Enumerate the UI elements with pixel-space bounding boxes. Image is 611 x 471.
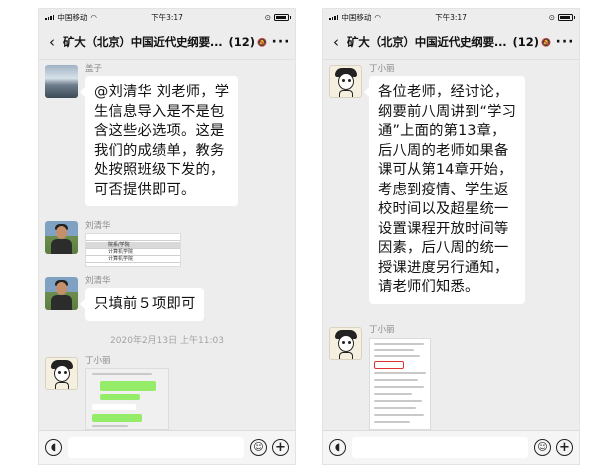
message-line: 各位老师，经讨论， [378,84,509,100]
sheet-cell: 院系/学院 [86,242,180,249]
message-timestamp: 2020年2月13日 上午11:03 [110,336,224,346]
avatar[interactable] [329,65,362,98]
sender-name: 丁小丽 [85,356,111,366]
chevron-left-icon[interactable]: ‹ [41,33,63,51]
member-count: (12) [228,35,256,49]
emoji-icon[interactable]: ☺ [250,439,267,456]
more-icon[interactable]: ··· [551,34,579,50]
plus-icon[interactable]: + [556,439,573,456]
message-bubble[interactable]: @刘清华 刘老师，学 生信息导入是不是包 含这些必选项。这是 我们的成绩单，教务… [79,76,239,206]
message-line: 后八周的老师如果备 [378,142,509,159]
voice-icon[interactable]: ◖ [45,439,62,456]
message-bubble[interactable]: 只填前５项即可 [79,288,205,321]
message-line: 纲要前八周讲到“学习 [378,103,517,120]
chat-input-bar: ◖ ☺ + [323,430,579,464]
chat-header: ‹ 矿大（北京）中国近代史纲要... (12) 🔕 ··· [39,25,295,60]
message-line: 可否提供即可。 [94,181,196,198]
avatar[interactable] [45,277,78,310]
voice-icon[interactable]: ◖ [329,439,346,456]
battery-icon [558,13,575,21]
message-line: 只填前５项即可 [94,296,196,312]
message-line: 处按照班级下发的， [94,162,225,178]
mute-icon: 🔕 [541,37,551,47]
battery-icon [274,13,291,21]
message-line: 含这些必选项。这是 [94,123,225,139]
message-line: 设置课程开放时间等 [378,220,509,237]
sender-name: 丁小丽 [369,325,395,335]
message-input[interactable] [68,437,244,458]
chat-title: 矿大（北京）中国近代史纲要... [347,35,507,49]
emoji-icon[interactable]: ☺ [534,439,551,456]
document-screenshot-image[interactable] [369,338,431,430]
sender-name: 刘清华 [85,276,111,286]
sender-name: 盖子 [85,64,103,74]
status-time: 下午3:17 [435,12,467,22]
chat-screen-right: 中国移动 ◠ 下午3:17 ⊙ ‹ 矿大（北京）中国近代史纲要... (12) … [322,8,580,465]
member-count: (12) [512,35,540,49]
sender-name: 丁小丽 [369,64,395,74]
mute-icon: 🔕 [257,37,267,47]
chat-screenshot-image[interactable] [85,368,169,430]
status-bar: 中国移动 ◠ 下午3:17 ⊙ [323,9,579,25]
message-line: 考虑到疫情、学生返 [378,181,509,198]
chevron-left-icon[interactable]: ‹ [325,33,347,51]
message-line: 课可从第14章开始， [378,162,513,178]
message-line: 因素，后八周的统一 [378,240,509,256]
avatar[interactable] [45,357,78,390]
chat-header: ‹ 矿大（北京）中国近代史纲要... (12) 🔕 ··· [323,25,579,60]
message-bubble[interactable]: 各位老师，经讨论， 纲要前八周讲到“学习 通”上面的第13章， 后八周的老师如果… [363,76,526,304]
chat-input-bar: ◖ ☺ + [39,430,295,464]
status-time: 下午3:17 [151,12,183,22]
message-line: 校时间以及超星统一 [378,201,509,217]
sheet-cell: 计算机学院 [86,256,180,263]
screenshot-pair: 中国移动 ◠ 下午3:17 ⊙ ‹ 矿大（北京）中国近代史纲要... (12) … [0,0,611,471]
chat-title: 矿大（北京）中国近代史纲要... [63,35,223,49]
message-line: 生信息导入是不是包 [94,103,225,120]
avatar[interactable] [329,327,362,360]
more-icon[interactable]: ··· [267,34,295,50]
message-input[interactable] [352,437,528,458]
chat-screen-left: 中国移动 ◠ 下午3:17 ⊙ ‹ 矿大（北京）中国近代史纲要... (12) … [38,8,296,465]
sender-name: 刘清华 [85,221,111,231]
message-line: 通”上面的第13章， [378,123,506,139]
sheet-cell: 计算机学院 [86,249,180,256]
message-line: 我们的成绩单，教务 [94,142,225,159]
avatar[interactable] [45,221,78,254]
plus-icon[interactable]: + [272,439,289,456]
status-bar: 中国移动 ◠ 下午3:17 ⊙ [39,9,295,25]
message-line: @刘清华 刘老师，学 [94,84,230,100]
avatar[interactable] [45,65,78,98]
message-line: 授课进度另行通知， [378,259,509,276]
message-line: 请老师们知悉。 [378,279,480,295]
spreadsheet-image[interactable]: 院系/学院 计算机学院 计算机学院 [85,233,181,267]
